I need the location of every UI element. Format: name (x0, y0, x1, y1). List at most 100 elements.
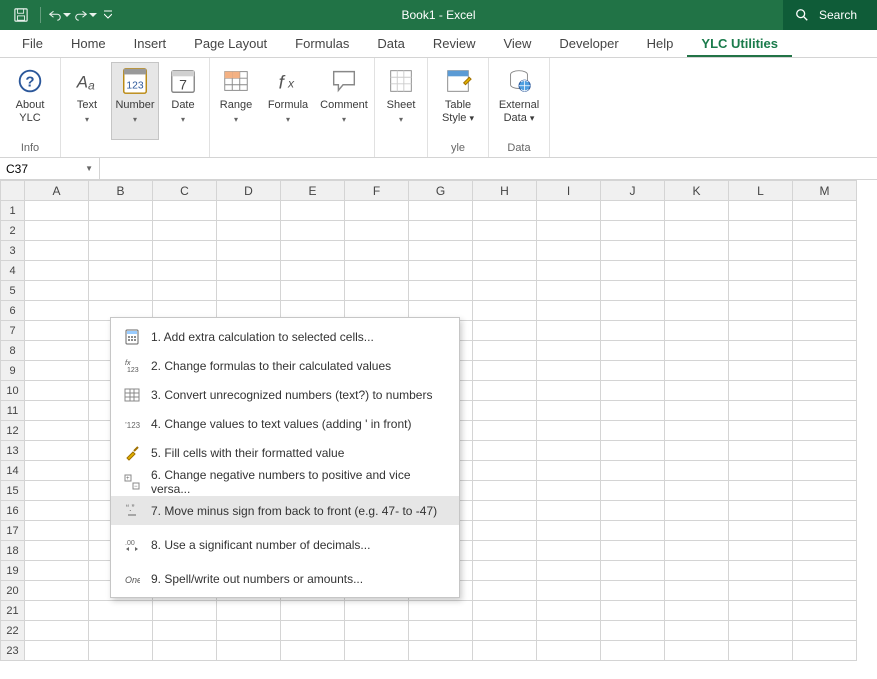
cell[interactable] (537, 421, 601, 441)
cell[interactable] (409, 201, 473, 221)
cell[interactable] (153, 601, 217, 621)
cell[interactable] (793, 461, 857, 481)
cell[interactable] (601, 381, 665, 401)
cell[interactable] (25, 401, 89, 421)
formula-button[interactable]: fxFormula▾ (260, 62, 316, 140)
cell[interactable] (537, 321, 601, 341)
column-header[interactable]: D (217, 181, 281, 201)
cell[interactable] (729, 361, 793, 381)
cell[interactable] (665, 261, 729, 281)
cell[interactable] (729, 241, 793, 261)
cell[interactable] (153, 241, 217, 261)
cell[interactable] (793, 281, 857, 301)
cell[interactable] (601, 541, 665, 561)
tab-insert[interactable]: Insert (120, 30, 181, 57)
menu-item-1[interactable]: 1. Add extra calculation to selected cel… (111, 322, 459, 351)
tab-review[interactable]: Review (419, 30, 490, 57)
column-header[interactable]: J (601, 181, 665, 201)
cell[interactable] (473, 601, 537, 621)
cell[interactable] (473, 261, 537, 281)
cell[interactable] (729, 341, 793, 361)
cell[interactable] (601, 261, 665, 281)
cell[interactable] (665, 461, 729, 481)
cell[interactable] (665, 201, 729, 221)
cell[interactable] (601, 421, 665, 441)
column-header[interactable]: E (281, 181, 345, 201)
cell[interactable] (281, 281, 345, 301)
cell[interactable] (793, 621, 857, 641)
tab-file[interactable]: File (8, 30, 57, 57)
cell[interactable] (473, 361, 537, 381)
cell[interactable] (729, 461, 793, 481)
cell[interactable] (537, 361, 601, 381)
cell[interactable] (665, 601, 729, 621)
cell[interactable] (729, 201, 793, 221)
cell[interactable] (729, 421, 793, 441)
cell[interactable] (281, 601, 345, 621)
row-header[interactable]: 17 (1, 521, 25, 541)
cell[interactable] (153, 221, 217, 241)
row-header[interactable]: 9 (1, 361, 25, 381)
cell[interactable] (25, 461, 89, 481)
table-style-button[interactable]: Table Style ▾ (430, 62, 486, 140)
cell[interactable] (473, 381, 537, 401)
cell[interactable] (345, 621, 409, 641)
cell[interactable] (89, 281, 153, 301)
cell[interactable] (665, 401, 729, 421)
cell[interactable] (473, 521, 537, 541)
cell[interactable] (537, 281, 601, 301)
cell[interactable] (25, 621, 89, 641)
row-header[interactable]: 13 (1, 441, 25, 461)
cell[interactable] (25, 421, 89, 441)
cell[interactable] (281, 201, 345, 221)
cell[interactable] (601, 601, 665, 621)
cell[interactable] (89, 601, 153, 621)
cell[interactable] (793, 221, 857, 241)
cell[interactable] (473, 481, 537, 501)
row-header[interactable]: 1 (1, 201, 25, 221)
tab-page-layout[interactable]: Page Layout (180, 30, 281, 57)
cell[interactable] (217, 601, 281, 621)
menu-item-6[interactable]: +−6. Change negative numbers to positive… (111, 467, 459, 496)
cell[interactable] (729, 481, 793, 501)
cell[interactable] (537, 621, 601, 641)
redo-button[interactable] (75, 4, 97, 26)
menu-item-7[interactable]: “.”7. Move minus sign from back to front… (111, 496, 459, 525)
row-header[interactable]: 21 (1, 601, 25, 621)
cell[interactable] (345, 241, 409, 261)
cell[interactable] (153, 201, 217, 221)
comment-button[interactable]: Comment▾ (316, 62, 372, 140)
cell[interactable] (665, 361, 729, 381)
row-header[interactable]: 4 (1, 261, 25, 281)
cell[interactable] (601, 501, 665, 521)
cell[interactable] (409, 221, 473, 241)
tab-data[interactable]: Data (363, 30, 418, 57)
cell[interactable] (473, 401, 537, 421)
date-button[interactable]: 7Date▾ (159, 62, 207, 140)
column-header[interactable]: K (665, 181, 729, 201)
cell[interactable] (729, 521, 793, 541)
cell[interactable] (217, 201, 281, 221)
cell[interactable] (25, 341, 89, 361)
cell[interactable] (601, 201, 665, 221)
cell[interactable] (729, 541, 793, 561)
cell[interactable] (793, 341, 857, 361)
cell[interactable] (601, 641, 665, 661)
row-header[interactable]: 14 (1, 461, 25, 481)
cell[interactable] (473, 281, 537, 301)
cell[interactable] (281, 241, 345, 261)
external-data-button[interactable]: External Data ▾ (491, 62, 547, 140)
cell[interactable] (729, 501, 793, 521)
cell[interactable] (601, 621, 665, 641)
cell[interactable] (601, 241, 665, 261)
row-header[interactable]: 18 (1, 541, 25, 561)
cell[interactable] (729, 561, 793, 581)
cell[interactable] (217, 221, 281, 241)
row-header[interactable]: 6 (1, 301, 25, 321)
cell[interactable] (537, 601, 601, 621)
cell[interactable] (25, 581, 89, 601)
row-header[interactable]: 12 (1, 421, 25, 441)
cell[interactable] (537, 201, 601, 221)
row-header[interactable]: 19 (1, 561, 25, 581)
cell[interactable] (25, 201, 89, 221)
